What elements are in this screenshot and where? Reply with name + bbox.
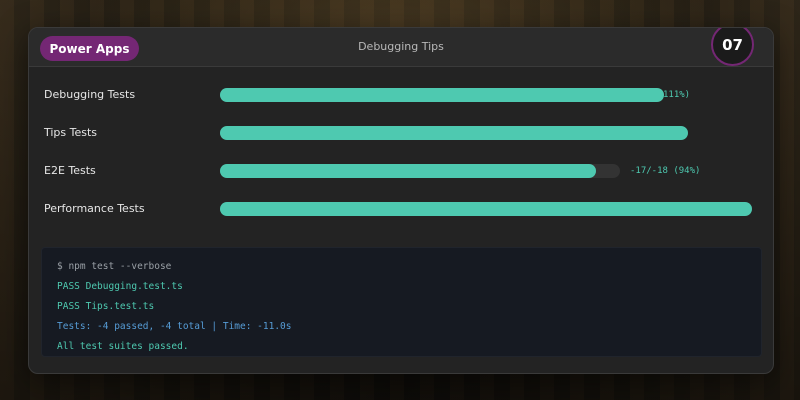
test-label: E2E Tests — [44, 164, 96, 177]
terminal-command-line: $ npm test --verbose — [57, 261, 172, 272]
test-label: Performance Tests — [44, 202, 145, 215]
progress-fill — [220, 126, 688, 140]
test-row-performance: Performance Tests — [29, 199, 773, 219]
test-row-e2e: E2E Tests -17/-18 (94%) — [29, 161, 773, 181]
page-title: Debugging Tips — [358, 40, 444, 53]
terminal-output: $ npm test --verbose PASS Debugging.test… — [41, 247, 762, 357]
progress-track — [220, 126, 688, 140]
test-label: Debugging Tests — [44, 88, 136, 101]
progress-track — [220, 164, 620, 178]
progress-fill — [220, 164, 596, 178]
test-results-card: Power Apps Debugging Tips 07 Debugging T… — [28, 27, 774, 374]
test-row-tips: Tips Tests — [29, 123, 773, 143]
progress-track — [220, 88, 664, 102]
terminal-pass-line: PASS Debugging.test.ts — [57, 281, 183, 292]
terminal-pass-line: PASS Tips.test.ts — [57, 301, 155, 312]
progress-fill — [220, 202, 752, 216]
progress-fill — [220, 88, 664, 102]
terminal-summary-line: Tests: -4 passed, -4 total | Time: -11.0… — [57, 321, 292, 332]
progress-percent: -17/-18 (94%) — [630, 166, 701, 176]
terminal-success-line: All test suites passed. — [57, 341, 189, 352]
progress-track — [220, 202, 752, 216]
progress-percent: 111%) — [663, 90, 691, 100]
test-row-debugging: Debugging Tests 111%) — [29, 85, 773, 105]
card-header: Power Apps Debugging Tips — [29, 28, 773, 67]
test-label: Tips Tests — [44, 126, 98, 139]
